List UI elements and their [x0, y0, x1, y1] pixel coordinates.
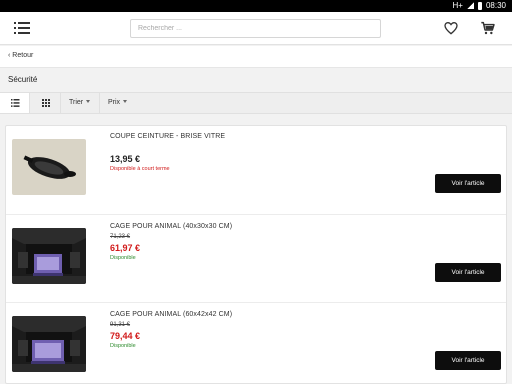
- product-item: CAGE POUR ANIMAL (40x30x30 CM) 71,23 € 6…: [6, 214, 506, 302]
- status-indicators: H+ 08:30: [453, 1, 506, 10]
- back-label: Retour: [12, 52, 34, 59]
- price-filter-label: Prix: [108, 99, 121, 106]
- product-title: COUPE CEINTURE - BRISE VITRE: [110, 133, 226, 140]
- pet-cage-image: [12, 228, 86, 284]
- product-title: CAGE POUR ANIMAL (60x42x42 CM): [110, 311, 233, 318]
- sort-label: Trier: [69, 99, 84, 106]
- status-bar: H+ 08:30: [0, 0, 512, 12]
- product-availability: Disponible: [110, 343, 136, 349]
- product-price: 13,95 €: [110, 154, 141, 164]
- product-item: CAGE POUR ANIMAL (60x42x42 CM) 91,31 € 7…: [6, 302, 506, 384]
- product-availability: Disponible: [110, 255, 136, 261]
- product-price: 61,97 €: [110, 243, 141, 253]
- chevron-down-icon: [86, 100, 91, 103]
- product-item: COUPE CEINTURE - BRISE VITRE 13,95 € Dis…: [6, 126, 506, 214]
- network-type: H+: [452, 1, 463, 10]
- cart-icon[interactable]: [480, 20, 496, 36]
- battery-icon: [477, 1, 482, 10]
- clock: 08:30: [485, 1, 506, 10]
- product-title: CAGE POUR ANIMAL (40x30x30 CM): [110, 223, 233, 230]
- app-header: [0, 12, 512, 45]
- view-product-button[interactable]: Voir l'article: [435, 174, 501, 193]
- back-link[interactable]: ‹ Retour: [8, 52, 33, 59]
- menu-icon[interactable]: [14, 21, 30, 35]
- pet-cage-image: [12, 316, 86, 372]
- view-toolbar: Trier Prix: [0, 92, 512, 114]
- price-filter-dropdown[interactable]: Prix: [101, 93, 141, 113]
- grid-view-button[interactable]: [31, 93, 61, 113]
- list-icon: [11, 99, 20, 107]
- heart-icon[interactable]: [443, 20, 459, 36]
- search-input[interactable]: [130, 19, 381, 38]
- chevron-left-icon: ‹: [8, 52, 11, 59]
- product-price: 79,44 €: [110, 331, 141, 341]
- grid-icon: [42, 99, 50, 107]
- signal-icon: [466, 2, 474, 9]
- product-list: COUPE CEINTURE - BRISE VITRE 13,95 € Dis…: [5, 125, 507, 384]
- chevron-down-icon: [123, 100, 128, 103]
- back-bar: ‹ Retour: [0, 46, 512, 68]
- list-view-button[interactable]: [0, 93, 30, 113]
- category-title: Sécurité: [8, 75, 38, 84]
- view-product-button[interactable]: Voir l'article: [435, 263, 501, 282]
- product-old-price: 91,31 €: [110, 322, 131, 328]
- sort-dropdown[interactable]: Trier: [62, 93, 100, 113]
- product-old-price: 71,23 €: [110, 234, 131, 240]
- product-availability: Disponible à court terme: [110, 166, 170, 172]
- seatbelt-cutter-image: [12, 139, 86, 195]
- view-product-button[interactable]: Voir l'article: [435, 351, 501, 370]
